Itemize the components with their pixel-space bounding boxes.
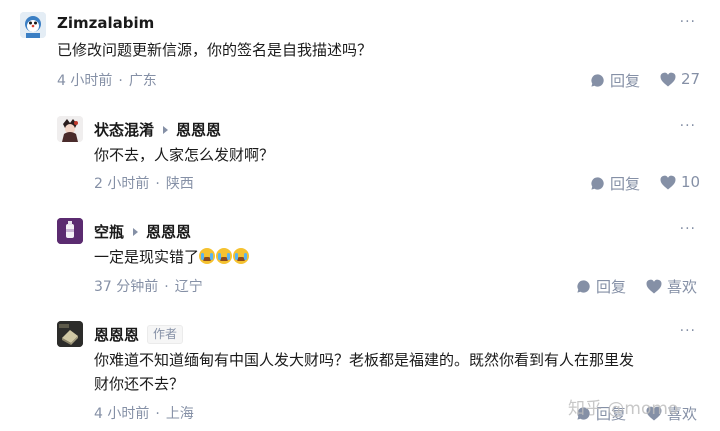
username[interactable]: 状态混淆 bbox=[94, 119, 154, 140]
location: 陕西 bbox=[165, 176, 194, 192]
comment-meta: 4 小时前 · 上海 bbox=[94, 403, 194, 423]
crying-emoji-icon bbox=[199, 248, 216, 264]
like-button[interactable]: 喜欢 bbox=[646, 276, 697, 297]
comment-text-body: 一定是现实错了 bbox=[94, 248, 200, 266]
heart-icon bbox=[646, 279, 662, 294]
like-button[interactable]: 27 bbox=[660, 70, 700, 88]
timestamp: 37 分钟前 bbox=[94, 279, 159, 295]
username[interactable]: Zimzalabim bbox=[57, 14, 154, 32]
username-line: 恩恩恩 作者 bbox=[94, 324, 184, 345]
watermark: 知乎 @momo bbox=[568, 399, 679, 419]
location: 广东 bbox=[128, 73, 157, 89]
reply-icon bbox=[577, 280, 590, 293]
comment-meta: 37 分钟前 · 辽宁 bbox=[94, 276, 203, 296]
reply-arrow-icon bbox=[163, 125, 169, 134]
more-options-icon[interactable]: ··· bbox=[680, 118, 696, 134]
heart-icon bbox=[660, 175, 676, 189]
more-options-icon[interactable]: ··· bbox=[680, 323, 696, 339]
author-badge: 作者 bbox=[147, 325, 184, 344]
location: 上海 bbox=[165, 406, 194, 422]
like-button[interactable]: 10 bbox=[660, 173, 700, 191]
timestamp: 4 小时前 bbox=[57, 73, 113, 89]
separator: · bbox=[118, 73, 123, 89]
reply-label: 回复 bbox=[610, 175, 641, 193]
separator: · bbox=[155, 176, 160, 192]
username[interactable]: 空瓶 bbox=[94, 221, 124, 242]
username-line: Zimzalabim bbox=[57, 14, 154, 32]
more-options-icon[interactable]: ··· bbox=[680, 221, 696, 237]
reply-to-username[interactable]: 恩恩恩 bbox=[176, 119, 221, 140]
reply-button[interactable]: 回复 bbox=[576, 276, 626, 297]
comment-text: 已修改问题更新信源，你的签名是自我描述吗？ bbox=[57, 41, 373, 59]
avatar[interactable] bbox=[57, 321, 83, 347]
comment-meta: 2 小时前 · 陕西 bbox=[94, 173, 194, 193]
timestamp: 4 小时前 bbox=[94, 406, 150, 422]
reply-icon bbox=[591, 177, 604, 190]
reply-label: 回复 bbox=[610, 72, 641, 90]
comment-text-line: 你难道不知道缅甸有中国人发大财吗？老板都是福建的。既然你看到有人在那里发 bbox=[94, 351, 635, 369]
separator: · bbox=[164, 279, 169, 295]
username-line: 状态混淆 恩恩恩 bbox=[94, 119, 221, 140]
location: 辽宁 bbox=[174, 279, 203, 295]
avatar[interactable] bbox=[20, 12, 46, 38]
separator: · bbox=[155, 406, 160, 422]
comment-text: 你不去，人家怎么发财啊？ bbox=[94, 146, 275, 164]
reply-icon bbox=[591, 74, 604, 87]
reply-button[interactable]: 回复 bbox=[590, 70, 640, 91]
reply-arrow-icon bbox=[133, 227, 139, 236]
reply-to-username[interactable]: 恩恩恩 bbox=[146, 221, 191, 242]
more-options-icon[interactable]: ··· bbox=[680, 14, 696, 30]
comment-text-line: 财你还不去？ bbox=[94, 375, 185, 393]
comment-meta: 4 小时前 · 广东 bbox=[57, 70, 157, 90]
comment-text: 一定是现实错了 bbox=[94, 245, 250, 269]
avatar[interactable] bbox=[57, 218, 83, 244]
like-label: 喜欢 bbox=[667, 278, 698, 296]
username[interactable]: 恩恩恩 bbox=[94, 324, 139, 345]
like-count: 27 bbox=[681, 70, 701, 88]
crying-emoji-icon bbox=[216, 248, 233, 264]
comment-text: 你难道不知道缅甸有中国人发大财吗？老板都是福建的。既然你看到有人在那里发 财你还… bbox=[94, 348, 706, 396]
reply-label: 回复 bbox=[596, 278, 627, 296]
username-line: 空瓶 恩恩恩 bbox=[94, 221, 191, 242]
heart-icon bbox=[660, 72, 676, 86]
crying-emoji-icon bbox=[233, 248, 250, 264]
timestamp: 2 小时前 bbox=[94, 176, 150, 192]
avatar[interactable] bbox=[57, 116, 83, 142]
like-count: 10 bbox=[681, 173, 701, 191]
reply-button[interactable]: 回复 bbox=[590, 173, 640, 194]
